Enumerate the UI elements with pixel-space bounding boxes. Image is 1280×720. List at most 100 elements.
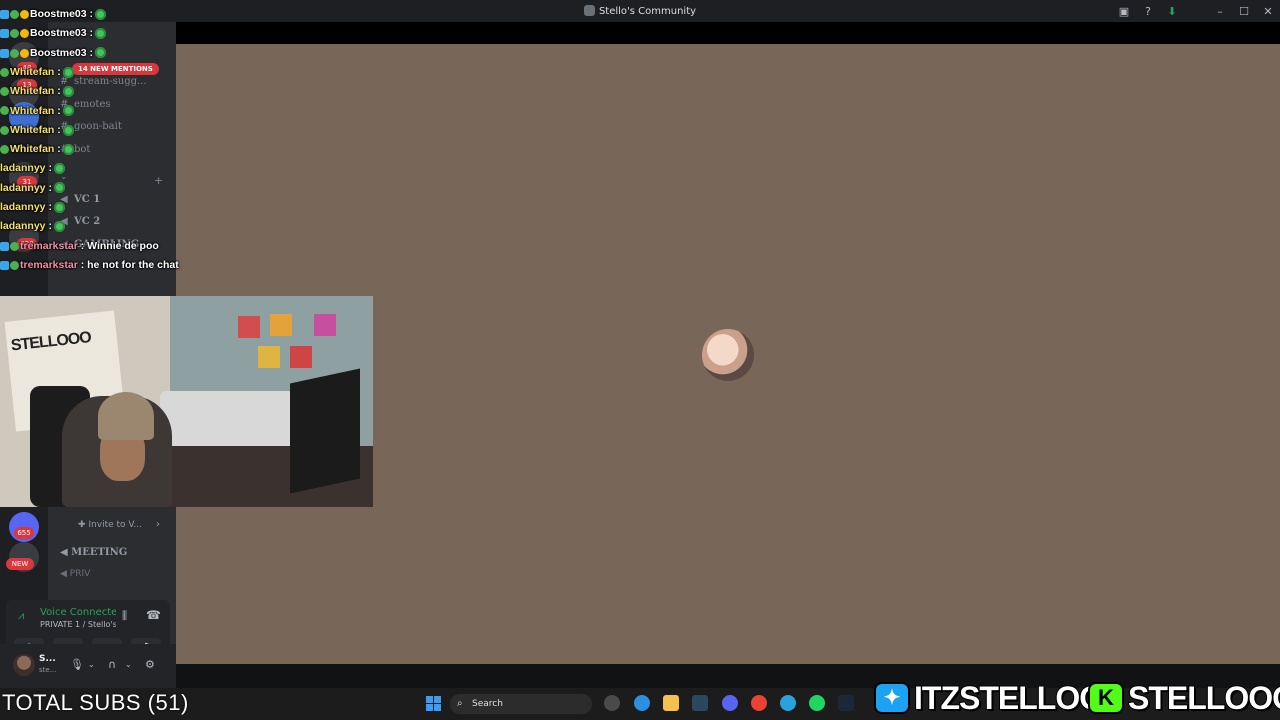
wall-poster [258,346,280,368]
green-badge-icon [10,260,19,270]
green-badge-icon [0,87,9,97]
chat-username: Whitefan [10,85,55,98]
minimize-icon[interactable]: – [1208,5,1232,18]
chat-badges [0,105,10,117]
chat-message: ladannyy : [0,162,65,179]
emote-icon [95,28,107,40]
chat-separator: : [77,258,88,271]
file-explorer-icon[interactable] [663,695,679,711]
chat-username: ladannyy [0,162,46,175]
chat-message: Boostme03 : [0,8,107,25]
chat-username: tremarkstar [20,258,78,271]
chat-username: Whitefan [10,143,55,156]
help-icon[interactable]: ? [1136,5,1160,18]
kick-text: STELLOOO [1127,679,1280,717]
chrome-icon[interactable] [751,695,767,711]
emote-icon [53,221,65,233]
invite-icon: ✚ [78,520,89,530]
chat-badges [0,85,10,97]
emote-icon [95,47,107,59]
windows-start-icon[interactable] [426,696,441,711]
chat-username: Whitefan [10,65,55,78]
steam-icon[interactable] [838,695,854,711]
chat-username: ladannyy [0,220,46,233]
kick-icon: K [1088,682,1124,714]
banner-logo: STELLOOO [10,329,92,355]
chat-username: Boostme03 [30,8,87,20]
gold-badge-icon [20,9,29,19]
copilot-icon[interactable] [604,695,620,711]
blue-badge-icon [0,260,9,270]
chat-username: Boostme03 [30,46,87,59]
emote-icon [62,66,74,78]
noise-suppression-icon[interactable]: ⫼ [122,609,127,623]
chat-username: Whitefan [10,123,55,136]
voice-channel-name[interactable]: PRIVATE 1 / Stello's Community [40,620,116,629]
blue-badge-icon [0,29,9,39]
voice-channel-priv[interactable]: ◀ PRIV [60,569,90,579]
gold-badge-icon [20,48,29,58]
blue-badge-icon [0,48,9,58]
window-titlebar: Stello's Community ▣ ? ⬇ – ☐ ✕ [0,0,1280,22]
inbox-icon[interactable]: ▣ [1112,5,1136,18]
maximize-icon[interactable]: ☐ [1232,5,1256,18]
taskbar-search[interactable]: ⌕ Search [450,694,592,714]
streamer-hat [98,392,154,440]
chat-badges [0,8,30,20]
blue-badge-icon [0,9,9,19]
green-badge-icon [10,48,19,58]
wall-poster [314,314,336,336]
invite-to-voice[interactable]: ✚ Invite to V... [78,520,142,530]
chat-separator: : [45,181,52,194]
chevron-down-icon[interactable]: ⌄ [88,660,95,669]
green-badge-icon [10,241,19,251]
green-badge-icon [0,145,9,155]
download-icon[interactable]: ⬇ [1160,5,1184,18]
emote-icon [95,8,107,20]
avatar[interactable] [13,654,35,676]
channel-label: PRIV [69,569,91,579]
chat-separator: : [77,239,88,252]
chat-message: Whitefan : [0,124,74,141]
chat-message: Whitefan : [0,66,74,83]
chat-separator: : [45,162,52,175]
user-name: S... [39,654,56,664]
telegram-icon[interactable] [780,695,796,711]
gear-icon[interactable]: ⚙ [145,658,155,671]
emote-icon [53,163,65,175]
voice-status: Voice Connected [40,607,116,618]
signal-icon[interactable]: ⩘ [18,609,24,623]
green-badge-icon [0,125,9,135]
chat-badges [0,240,20,252]
chat-text: he not for the chat [87,258,179,271]
edge-icon[interactable] [634,695,650,711]
discord-icon[interactable] [722,695,738,711]
window-title: Stello's Community [0,5,1280,17]
screen: Stello's Community ▣ ? ⬇ – ☐ ✕ 48 13 31 … [0,0,1280,720]
voice-channel-meeting[interactable]: ◀ MEETING [60,547,127,558]
emote-icon [62,105,74,117]
chat-message: Boostme03 : [0,27,107,44]
speaker-icon: ◀ [60,547,72,558]
twitter-icon: ✦ [874,682,910,714]
chat-separator: : [45,201,52,213]
green-badge-icon [0,67,9,77]
green-badge-icon [10,29,19,39]
microphone-icon[interactable]: 🎙 [70,658,84,671]
chat-message: Whitefan : [0,85,74,102]
headphones-icon[interactable]: ∩ [108,658,116,671]
close-icon[interactable]: ✕ [1256,5,1280,18]
participant-avatar[interactable] [702,329,754,381]
disconnect-icon[interactable]: ☎ [146,608,161,622]
chat-separator: : [54,123,61,136]
spotify-icon[interactable] [809,695,825,711]
chevron-right-icon[interactable]: › [156,519,160,530]
chat-separator: : [45,220,52,233]
guild-badge: 655 [14,527,34,539]
steam-icon[interactable] [692,695,708,711]
chat-username: ladannyy [0,201,46,213]
server-icon [583,5,595,16]
chat-separator: : [54,143,61,156]
chat-message: Whitefan : [0,105,74,122]
chevron-down-icon[interactable]: ⌄ [125,660,132,669]
